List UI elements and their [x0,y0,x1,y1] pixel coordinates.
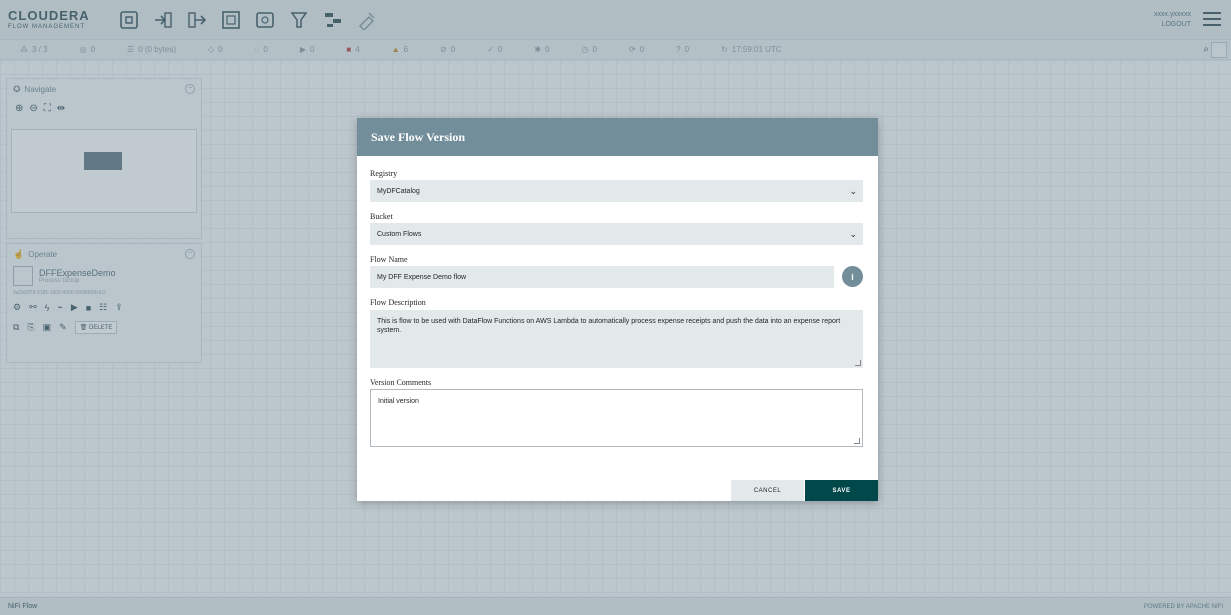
chevron-down-icon: ⌄ [849,229,857,239]
resize-handle-icon[interactable] [855,360,861,366]
save-button[interactable]: SAVE [805,480,878,501]
info-icon[interactable]: i [842,266,863,287]
cancel-button[interactable]: CANCEL [731,480,804,501]
flow-description-label: Flow Description [370,298,426,307]
version-comments-value: Initial version [378,398,419,405]
version-comments-textarea[interactable]: Initial version [370,389,863,447]
version-comments-label: Version Comments [370,378,432,387]
bucket-label: Bucket [370,212,393,221]
flow-name-input[interactable]: My DFF Expense Demo flow [370,266,834,288]
registry-label: Registry [370,169,398,178]
flow-description-value: This is flow to be used with DataFlow Fu… [377,318,841,334]
resize-handle-icon[interactable] [854,438,860,444]
bucket-select[interactable]: Custom Flows ⌄ [370,223,863,245]
chevron-down-icon: ⌄ [849,186,857,196]
bucket-value: Custom Flows [377,230,422,238]
dialog-title: Save Flow Version [371,129,466,144]
registry-value: MyDFCatalog [377,187,420,195]
flow-name-value: My DFF Expense Demo flow [377,273,467,281]
flow-name-label: Flow Name [370,255,408,264]
save-flow-version-dialog: Save Flow Version Registry MyDFCatalog ⌄… [357,118,878,501]
registry-select[interactable]: MyDFCatalog ⌄ [370,180,863,202]
flow-description-textarea[interactable]: This is flow to be used with DataFlow Fu… [370,310,863,368]
dialog-header: Save Flow Version [357,118,878,156]
